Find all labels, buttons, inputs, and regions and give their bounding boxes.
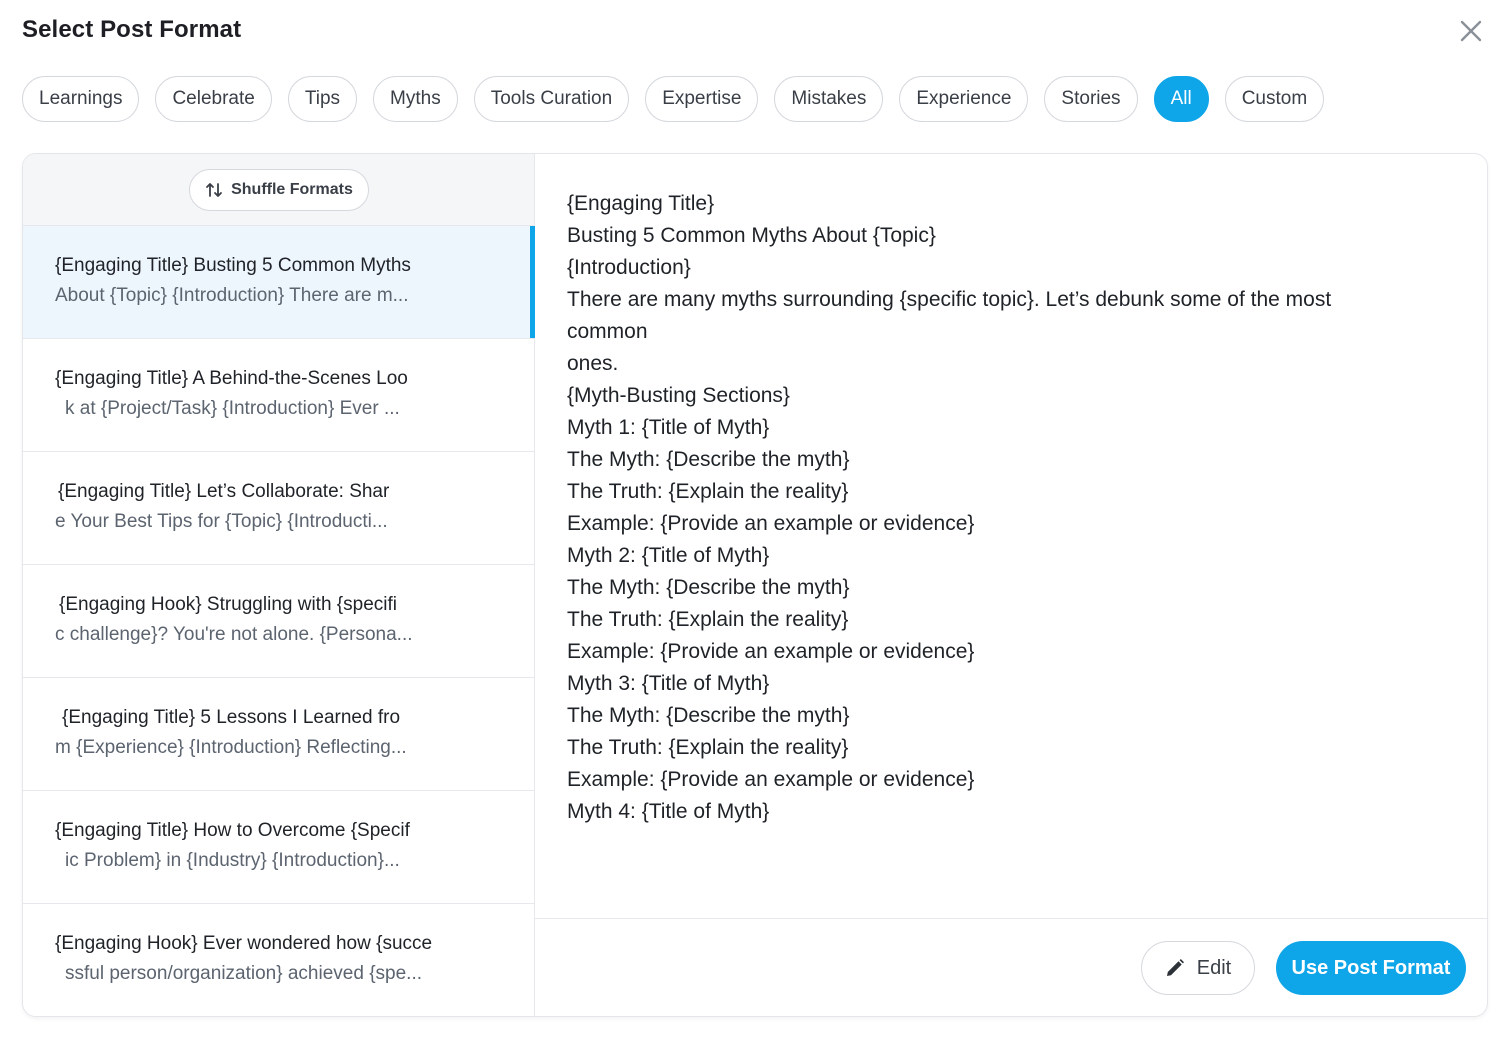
preview-line: The Myth: {Describe the myth} bbox=[567, 448, 850, 471]
preview-line: The Truth: {Explain the reality} bbox=[567, 480, 849, 503]
format-list-header: Shuffle Formats bbox=[23, 154, 534, 226]
preview-line: {Myth-Busting Sections} bbox=[567, 384, 790, 407]
format-list: {Engaging Title} Busting 5 Common Myths … bbox=[23, 226, 535, 1016]
format-item-3[interactable]: {Engaging Title} Let’s Collaborate: Shar… bbox=[23, 452, 534, 565]
format-item-title: {Engaging Hook} Ever wondered how {succe bbox=[55, 933, 433, 954]
format-panel: Shuffle Formats {Engaging Title} Busting… bbox=[22, 153, 1488, 1017]
preview-line: {Introduction} bbox=[567, 256, 691, 279]
use-post-format-button[interactable]: Use Post Format bbox=[1276, 941, 1466, 995]
format-item-excerpt: About {Topic} {Introduction} There are m… bbox=[55, 285, 409, 306]
chip-tips[interactable]: Tips bbox=[287, 76, 358, 122]
preview-line: {Engaging Title} bbox=[567, 192, 715, 215]
chip-learnings[interactable]: Learnings bbox=[22, 76, 140, 122]
format-preview-text: {Engaging Title} Busting 5 Common Myths … bbox=[567, 188, 1447, 828]
format-preview-pane: {Engaging Title} Busting 5 Common Myths … bbox=[535, 154, 1487, 1016]
format-item-excerpt: ic Problem} in {Industry} {Introduction}… bbox=[65, 850, 400, 871]
format-item-title: {Engaging Title} Busting 5 Common Myths bbox=[55, 255, 411, 276]
pencil-icon bbox=[1166, 959, 1184, 976]
preview-line: Busting 5 Common Myths About {Topic} bbox=[567, 224, 936, 247]
preview-line: Myth 3: {Title of Myth} bbox=[567, 672, 770, 695]
format-item-7[interactable]: {Engaging Hook} Ever wondered how {succe… bbox=[23, 904, 534, 1016]
chip-custom[interactable]: Custom bbox=[1224, 76, 1325, 122]
chip-all[interactable]: All bbox=[1153, 76, 1209, 122]
shuffle-formats-button[interactable]: Shuffle Formats bbox=[189, 169, 369, 211]
chip-mistakes[interactable]: Mistakes bbox=[774, 76, 884, 122]
chip-expertise[interactable]: Expertise bbox=[645, 76, 759, 122]
chip-experience[interactable]: Experience bbox=[899, 76, 1029, 122]
format-item-excerpt: ssful person/organization} achieved {spe… bbox=[65, 963, 423, 984]
preview-line: The Truth: {Explain the reality} bbox=[567, 736, 849, 759]
format-item-title: {Engaging Title} A Behind-the-Scenes Loo bbox=[55, 368, 408, 389]
preview-line: There are many myths surrounding {specif… bbox=[567, 288, 1332, 311]
preview-footer: Edit Use Post Format bbox=[535, 918, 1487, 1016]
chip-stories[interactable]: Stories bbox=[1044, 76, 1138, 122]
close-icon bbox=[1460, 20, 1482, 42]
preview-line: Myth 2: {Title of Myth} bbox=[567, 544, 770, 567]
format-item-excerpt: m {Experience} {Introduction} Reflecting… bbox=[55, 737, 407, 758]
preview-line: The Myth: {Describe the myth} bbox=[567, 576, 850, 599]
preview-line: Example: {Provide an example or evidence… bbox=[567, 640, 975, 663]
format-item-excerpt: e Your Best Tips for {Topic} {Introducti… bbox=[55, 511, 388, 532]
preview-line: The Truth: {Explain the reality} bbox=[567, 608, 849, 631]
preview-line: Example: {Provide an example or evidence… bbox=[567, 768, 975, 791]
preview-line: ones. bbox=[567, 352, 619, 375]
preview-line: common bbox=[567, 320, 648, 343]
edit-button[interactable]: Edit bbox=[1141, 941, 1255, 995]
format-item-title: {Engaging Hook} Struggling with {specifi bbox=[59, 594, 398, 615]
format-item-title: {Engaging Title} 5 Lessons I Learned fro bbox=[62, 707, 401, 728]
category-filter-chips: Learnings Celebrate Tips Myths Tools Cur… bbox=[22, 76, 1325, 122]
format-item-title: {Engaging Title} Let’s Collaborate: Shar bbox=[58, 481, 390, 502]
format-item-excerpt: c challenge}? You're not alone. {Persona… bbox=[55, 624, 413, 645]
shuffle-arrows-icon bbox=[206, 183, 222, 197]
chip-celebrate[interactable]: Celebrate bbox=[155, 76, 272, 122]
preview-line: Myth 1: {Title of Myth} bbox=[567, 416, 770, 439]
format-list-pane: Shuffle Formats {Engaging Title} Busting… bbox=[23, 154, 535, 1016]
edit-button-label: Edit bbox=[1196, 956, 1232, 979]
chip-tools-curation[interactable]: Tools Curation bbox=[473, 76, 630, 122]
chip-myths[interactable]: Myths bbox=[373, 76, 458, 122]
format-item-2[interactable]: {Engaging Title} A Behind-the-Scenes Loo… bbox=[23, 339, 534, 452]
format-item-excerpt: k at {Project/Task} {Introduction} Ever … bbox=[65, 398, 400, 419]
preview-line: Example: {Provide an example or evidence… bbox=[567, 512, 975, 535]
modal-title: Select Post Format bbox=[22, 16, 242, 43]
close-button[interactable] bbox=[1456, 16, 1486, 46]
preview-line: Myth 4: {Title of Myth} bbox=[567, 800, 770, 823]
preview-line: The Myth: {Describe the myth} bbox=[567, 704, 850, 727]
shuffle-formats-label: Shuffle Formats bbox=[231, 181, 353, 198]
format-item-5[interactable]: {Engaging Title} 5 Lessons I Learned fro… bbox=[23, 678, 534, 791]
format-item-1[interactable]: {Engaging Title} Busting 5 Common Myths … bbox=[23, 226, 535, 339]
format-item-6[interactable]: {Engaging Title} How to Overcome {Specif… bbox=[23, 791, 534, 904]
format-item-4[interactable]: {Engaging Hook} Struggling with {specifi… bbox=[23, 565, 534, 678]
format-item-title: {Engaging Title} How to Overcome {Specif bbox=[55, 820, 410, 841]
